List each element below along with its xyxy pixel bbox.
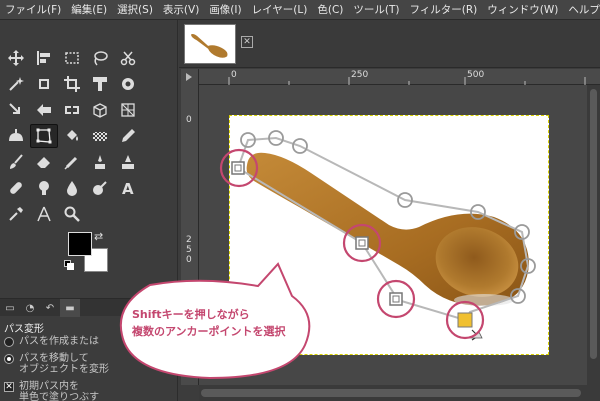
vertical-scrollbar[interactable]: [587, 85, 600, 385]
selected-anchor[interactable]: [231, 161, 245, 175]
path-overlay: [119, 130, 536, 380]
active-anchor[interactable]: [457, 312, 473, 328]
selected-anchor[interactable]: [355, 236, 369, 250]
callout-line-1: Shiftキーを押しながら: [132, 308, 250, 321]
callout-line-2: 複数のアンカーポイントを選択: [132, 325, 286, 338]
callout-text: Shiftキーを押しながら 複数のアンカーポイントを選択: [132, 306, 322, 340]
horizontal-scrollbar[interactable]: [199, 385, 600, 401]
selected-anchor[interactable]: [389, 292, 403, 306]
